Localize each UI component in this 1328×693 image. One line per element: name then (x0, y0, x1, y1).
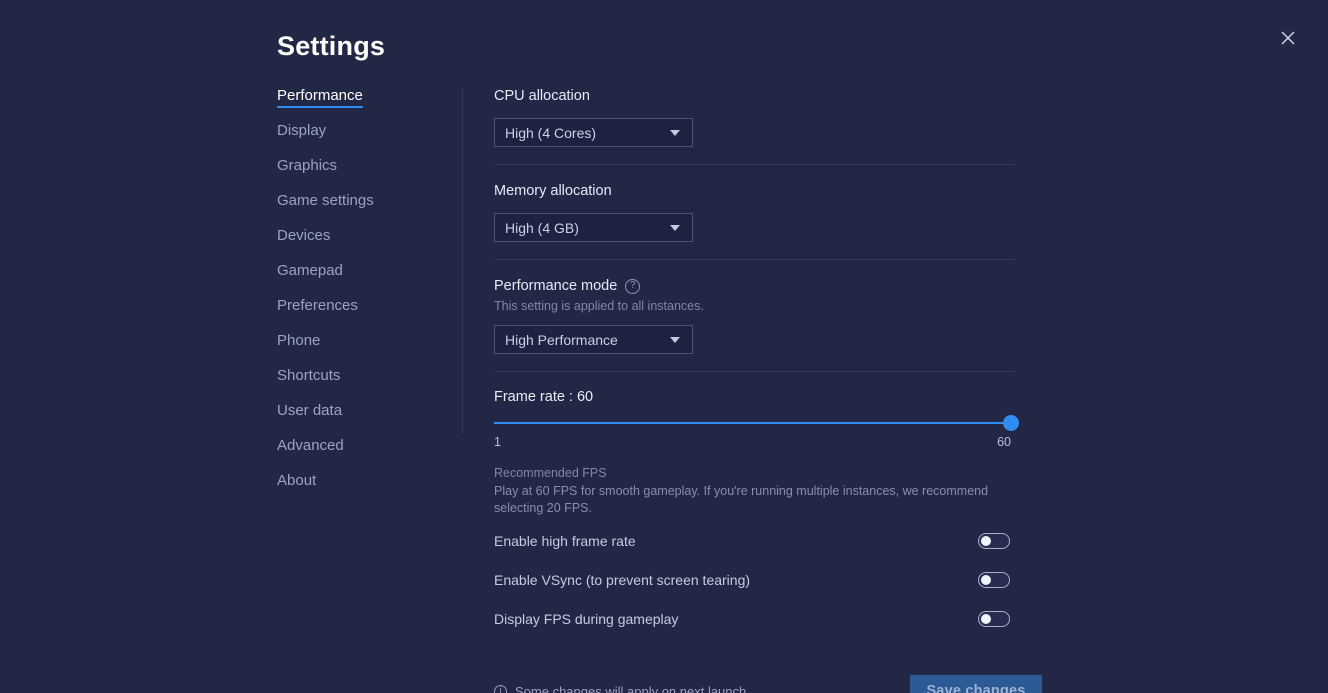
settings-window: Settings Performance Display Graphics Ga… (0, 0, 1328, 693)
toggle-label-display-fps: Display FPS during gameplay (494, 611, 679, 627)
toggle-knob (981, 536, 991, 546)
sidebar-item-preferences[interactable]: Preferences (277, 298, 358, 318)
frame-rate-slider[interactable] (494, 415, 1019, 431)
save-changes-button[interactable]: Save changes (910, 675, 1042, 693)
settings-footer: i Some changes will apply on next launch… (494, 675, 1042, 693)
memory-allocation-value: High (4 GB) (505, 219, 579, 236)
sidebar-item-graphics[interactable]: Graphics (277, 158, 337, 178)
toggle-label-vsync: Enable VSync (to prevent screen tearing) (494, 572, 751, 588)
sidebar-item-devices[interactable]: Devices (277, 228, 330, 248)
sidebar-divider (462, 88, 463, 433)
sidebar-item-advanced[interactable]: Advanced (277, 438, 344, 458)
toggle-vsync[interactable] (978, 572, 1010, 588)
close-icon[interactable] (1276, 26, 1300, 50)
performance-mode-section: Performance mode ? This setting is appli… (494, 278, 1016, 354)
footer-note: i Some changes will apply on next launch (494, 684, 746, 693)
slider-min-label: 1 (494, 435, 501, 449)
settings-body: Performance Display Graphics Game settin… (0, 88, 1328, 693)
slider-range-labels: 1 60 (494, 435, 1011, 451)
cpu-allocation-label: CPU allocation (494, 88, 590, 104)
toggle-row-display-fps: Display FPS during gameplay (494, 605, 1010, 633)
cpu-allocation-value: High (4 Cores) (505, 124, 597, 141)
cpu-allocation-section: CPU allocation High (4 Cores) (494, 88, 1016, 147)
performance-mode-value: High Performance (505, 331, 618, 348)
footer-note-text: Some changes will apply on next launch (515, 683, 747, 693)
question-mark-icon[interactable]: ? (625, 279, 641, 294)
sidebar-item-game-settings[interactable]: Game settings (277, 193, 374, 213)
recommended-fps-title: Recommended FPS (494, 466, 607, 480)
toggle-row-vsync: Enable VSync (to prevent screen tearing) (494, 566, 1010, 594)
sidebar-item-gamepad[interactable]: Gamepad (277, 263, 343, 283)
toggle-high-frame-rate[interactable] (978, 533, 1010, 549)
recommended-fps-body: Play at 60 FPS for smooth gameplay. If y… (494, 484, 989, 515)
sidebar-item-about[interactable]: About (277, 473, 316, 493)
toggle-knob (981, 614, 991, 624)
sidebar-item-phone[interactable]: Phone (277, 333, 320, 353)
toggle-display-fps[interactable] (978, 611, 1010, 627)
memory-allocation-section: Memory allocation High (4 GB) (494, 183, 1016, 242)
info-icon: i (494, 684, 507, 693)
sidebar-item-performance[interactable]: Performance (277, 88, 363, 108)
sidebar-item-display[interactable]: Display (277, 123, 326, 143)
chevron-down-icon (670, 224, 680, 231)
chevron-down-icon (670, 336, 680, 343)
performance-mode-sublabel: This setting is applied to all instances… (494, 299, 704, 313)
page-title: Settings (277, 31, 386, 61)
performance-mode-select[interactable]: High Performance (494, 325, 693, 354)
frame-rate-section: Frame rate : 60 1 60 Recommended FPS Pla… (494, 389, 1019, 516)
chevron-down-icon (670, 129, 680, 136)
toggle-row-high-frame-rate: Enable high frame rate (494, 527, 1010, 555)
memory-allocation-select[interactable]: High (4 GB) (494, 213, 693, 242)
sidebar-item-user-data[interactable]: User data (277, 403, 342, 423)
slider-thumb[interactable] (1003, 415, 1019, 431)
performance-mode-label: Performance mode (494, 278, 618, 294)
sidebar-item-shortcuts[interactable]: Shortcuts (277, 368, 340, 388)
slider-max-label: 60 (997, 435, 1011, 449)
settings-panel: CPU allocation High (4 Cores) Memory all… (494, 88, 1042, 693)
frame-rate-label: Frame rate : 60 (494, 389, 594, 405)
toggle-label-high-frame-rate: Enable high frame rate (494, 533, 636, 549)
settings-sidebar: Performance Display Graphics Game settin… (277, 88, 447, 508)
cpu-allocation-select[interactable]: High (4 Cores) (494, 118, 693, 147)
memory-allocation-label: Memory allocation (494, 183, 612, 199)
performance-mode-label-row: Performance mode ? (494, 278, 1016, 295)
toggle-knob (981, 575, 991, 585)
slider-fill (494, 422, 1011, 424)
